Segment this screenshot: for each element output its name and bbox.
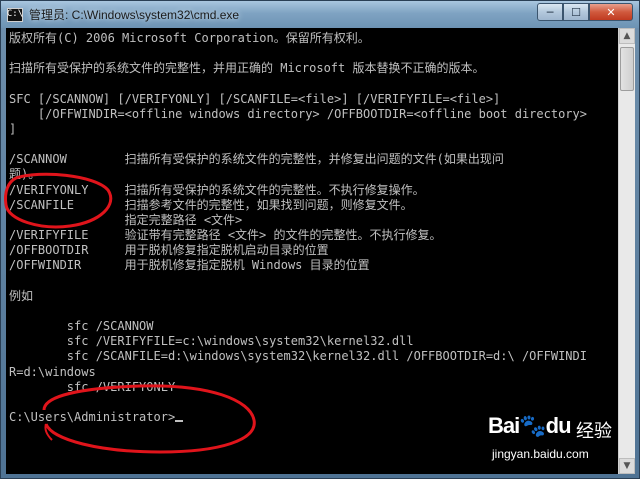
console-line: SFC [/SCANNOW] [/VERIFYONLY] [/SCANFILE=…: [9, 92, 501, 106]
minimize-button[interactable]: ─: [537, 3, 563, 21]
command-prompt[interactable]: C:\Users\Administrator>: [9, 410, 184, 425]
window-title: 管理员: C:\Windows\system32\cmd.exe: [29, 8, 240, 22]
console-line: [/OFFWINDIR=<offline windows directory> …: [9, 107, 587, 121]
window-controls: ─ ☐ ✕: [537, 3, 633, 21]
title-bar[interactable]: C:\ 管理员: C:\Windows\system32\cmd.exe ─ ☐…: [1, 1, 639, 28]
baidu-jingyan-watermark: Bai🐾du 经验 jingyan.baidu.com: [488, 405, 628, 475]
console-line: R=d:\windows: [9, 365, 96, 379]
scroll-up-arrow-icon[interactable]: ▲: [619, 28, 635, 44]
console-line: /OFFWINDIR 用于脱机修复指定脱机 Windows 目录的位置: [9, 258, 370, 272]
console-line: /SCANFILE 扫描参考文件的完整性，如果找到问题，则修复文件。: [9, 198, 413, 212]
paw-icon: 🐾: [519, 413, 546, 438]
console-line: 题)。: [9, 167, 41, 181]
watermark-brand: Bai🐾du: [488, 413, 572, 438]
console-line: sfc /SCANNOW: [9, 319, 154, 333]
console-line: 指定完整路径 <文件>: [9, 213, 243, 227]
console-line: ]: [9, 122, 17, 136]
console-line: sfc /VERIFYONLY: [9, 380, 176, 394]
text-cursor: [175, 420, 184, 422]
prompt-text: C:\Users\Administrator>: [9, 410, 176, 424]
console-line: 版权所有(C) 2006 Microsoft Corporation。保留所有权…: [9, 31, 370, 45]
console-line: sfc /VERIFYFILE=c:\windows\system32\kern…: [9, 334, 414, 348]
console-line: /SCANNOW 扫描所有受保护的系统文件的完整性，并修复出问题的文件(如果出现…: [9, 152, 504, 166]
close-button[interactable]: ✕: [589, 3, 633, 21]
watermark-cn: 经验: [576, 421, 612, 442]
scrollbar-thumb[interactable]: [620, 47, 634, 91]
console-line: /VERIFYONLY 扫描所有受保护的系统文件的完整性。不执行修复操作。: [9, 183, 425, 197]
console-line: /VERIFYFILE 验证带有完整路径 <文件> 的文件的完整性。不执行修复。: [9, 228, 442, 242]
console-line: 例如: [9, 289, 34, 303]
watermark-url: jingyan.baidu.com: [492, 447, 589, 461]
console-line: 扫描所有受保护的系统文件的完整性，并用正确的 Microsoft 版本替换不正确…: [9, 61, 485, 75]
console-line: /OFFBOOTDIR 用于脱机修复指定脱机启动目录的位置: [9, 243, 329, 257]
maximize-button[interactable]: ☐: [563, 3, 589, 21]
console-line: sfc /SCANFILE=d:\windows\system32\kernel…: [9, 349, 587, 363]
cmd-icon[interactable]: C:\: [7, 7, 23, 22]
